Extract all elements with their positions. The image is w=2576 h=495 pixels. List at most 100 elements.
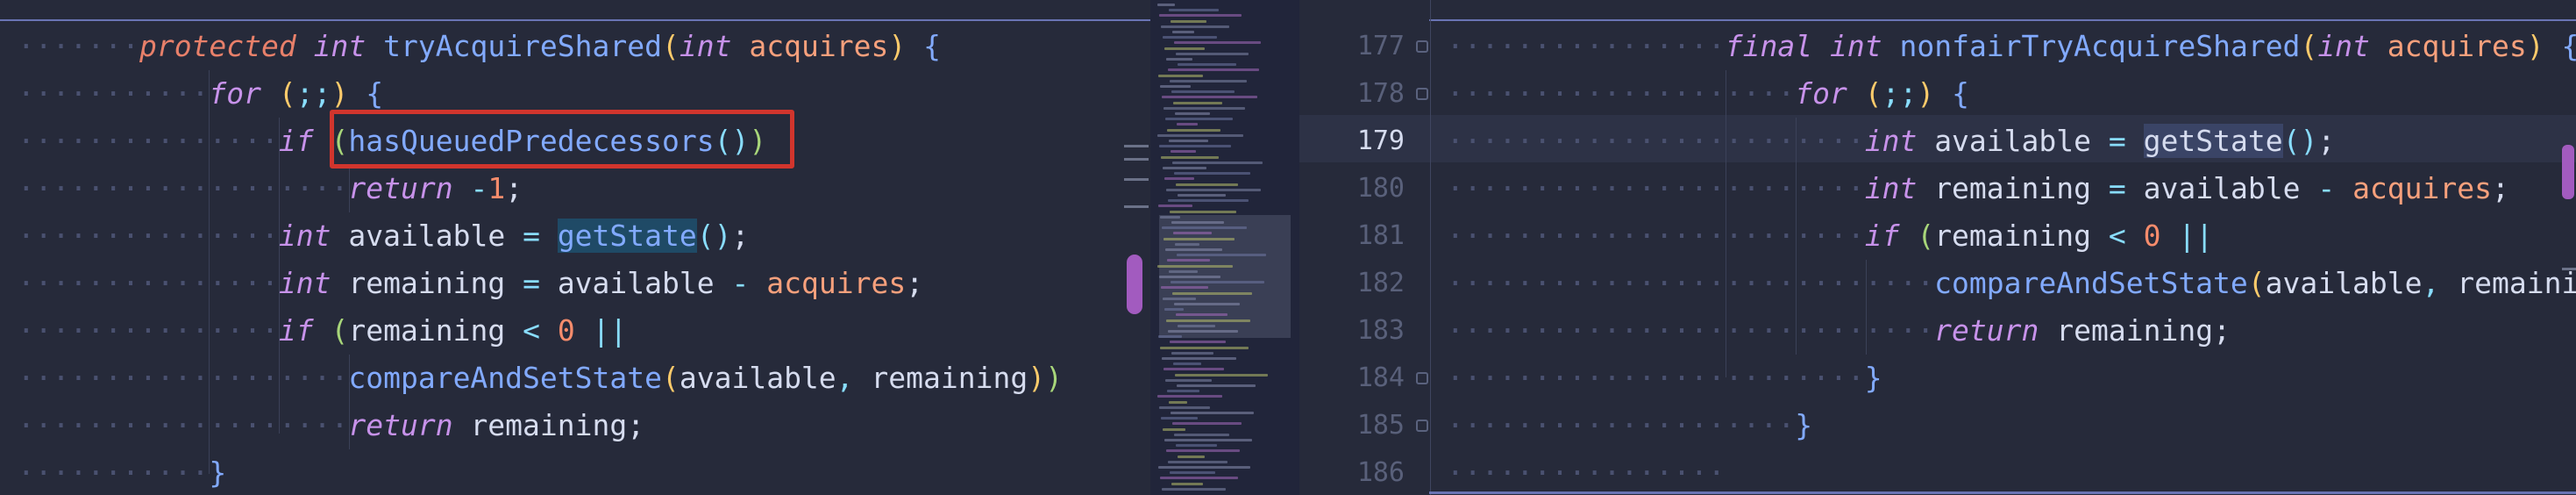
code-line[interactable]: ···············if (remaining < 0 || xyxy=(0,307,627,355)
code-token: ; xyxy=(2317,124,2336,158)
code-token: ) xyxy=(888,29,924,63)
code-token: for xyxy=(1795,76,1865,111)
code-line[interactable]: ················final int nonfairTryAcqu… xyxy=(1429,23,2576,70)
minimap-line xyxy=(1164,47,1205,50)
code-token: available xyxy=(2265,266,2423,300)
minimap-line xyxy=(1176,313,1228,317)
code-line[interactable]: ····················for (;;) { xyxy=(1429,70,1969,118)
code-line[interactable]: ···········for (;;) { xyxy=(0,70,383,118)
code-line[interactable]: ················ xyxy=(1429,449,1726,495)
code-token: ; xyxy=(627,408,645,442)
whitespace-dots: ···················· xyxy=(1429,408,1796,442)
right-editor-pane[interactable]: ················final int nonfairTryAcqu… xyxy=(1429,0,2576,495)
code-line[interactable]: ························int remaining = … xyxy=(1429,165,2509,212)
minimap-line xyxy=(1163,36,1217,39)
left-scrollbar-thumb[interactable] xyxy=(1127,255,1142,314)
minimap-line xyxy=(1157,133,1243,137)
whitespace-dots: ······· xyxy=(0,29,139,63)
fold-marker-icon[interactable] xyxy=(1416,420,1428,432)
code-line[interactable]: ···················compareAndSetState(av… xyxy=(0,355,1063,402)
right-scrollbar-thumb[interactable] xyxy=(2562,145,2574,199)
minimap-line xyxy=(1169,9,1219,12)
minimap-line xyxy=(1175,112,1210,115)
minimap-line xyxy=(1158,466,1250,469)
minimap-line xyxy=(1171,221,1224,224)
code-token: ; xyxy=(2213,313,2231,348)
code-token: available xyxy=(348,219,523,253)
code-token: remaining xyxy=(871,361,1028,395)
code-token: tryAcquireShared xyxy=(383,29,663,63)
code-token: remaining xyxy=(1934,219,2109,253)
code-token: remaining xyxy=(348,313,523,348)
minimap-line xyxy=(1163,297,1196,300)
fold-marker-icon[interactable] xyxy=(1416,40,1428,53)
whitespace-dots: ················ xyxy=(1429,29,1726,63)
code-line[interactable]: ···············int remaining = available… xyxy=(0,260,923,307)
minimap[interactable] xyxy=(1150,0,1299,495)
minimap-line xyxy=(1176,183,1238,186)
code-token: protected xyxy=(139,29,314,63)
fold-marker-icon[interactable] xyxy=(1416,372,1428,384)
code-token: = xyxy=(523,219,558,253)
minimap-line xyxy=(1164,177,1194,181)
code-line[interactable]: ························} xyxy=(1429,355,1882,402)
code-token: nonfairTryAcquireShared xyxy=(1899,29,2301,63)
code-token: , xyxy=(836,361,872,395)
code-token: if xyxy=(1864,219,1918,253)
code-line[interactable]: ···········} xyxy=(0,449,226,495)
minimap-line xyxy=(1177,254,1266,257)
minimap-line xyxy=(1160,85,1191,88)
minimap-line xyxy=(1159,145,1231,148)
code-token: available xyxy=(2143,171,2318,205)
code-token: ; xyxy=(505,171,523,205)
whitespace-dots: ························ xyxy=(1429,219,1865,253)
code-line[interactable]: ························int available = … xyxy=(1429,118,2335,165)
minimap-line xyxy=(1178,455,1205,458)
code-token: 1 xyxy=(487,171,506,205)
minimap-line xyxy=(1161,25,1229,28)
code-line[interactable]: ···················return remaining; xyxy=(0,402,644,449)
minimap-line xyxy=(1168,330,1238,333)
code-line[interactable]: ························if (remaining < … xyxy=(1429,212,2213,260)
code-token: ; xyxy=(731,219,750,253)
minimap-line xyxy=(1158,204,1192,208)
minimap-line xyxy=(1164,308,1184,312)
code-token: { xyxy=(2562,29,2576,63)
code-line[interactable]: ····················} xyxy=(1429,402,1812,449)
code-line[interactable]: ·······protected int tryAcquireShared(in… xyxy=(0,23,941,70)
code-token: acquires xyxy=(749,29,889,63)
code-line[interactable]: ···················return -1; xyxy=(0,165,523,212)
code-token: , xyxy=(2422,266,2458,300)
code-token: available xyxy=(1934,124,2109,158)
code-token: getState xyxy=(557,219,697,253)
code-token: 0 xyxy=(2143,219,2179,253)
minimap-line xyxy=(1171,90,1235,94)
code-token: () xyxy=(696,219,732,253)
code-token: ( xyxy=(662,29,680,63)
code-token: remaining xyxy=(2457,266,2576,300)
code-line[interactable]: ····························compareAndSe… xyxy=(1429,260,2576,307)
fold-marker-icon[interactable] xyxy=(1416,88,1428,100)
minimap-line xyxy=(1174,172,1250,176)
left-editor-pane[interactable]: ·······protected int tryAcquireShared(in… xyxy=(0,0,1150,495)
code-token: 0 xyxy=(557,313,593,348)
minimap-line xyxy=(1157,264,1233,268)
code-token: = xyxy=(2108,124,2144,158)
minimap-line xyxy=(1173,101,1222,104)
code-token: return xyxy=(348,408,471,442)
whitespace-dots: ···························· xyxy=(1429,266,1935,300)
line-number-gutter: 177 178 179 180 181 182 183 184 185 186 xyxy=(1299,0,1429,495)
minimap-line xyxy=(1162,487,1226,491)
minimap-line xyxy=(1166,188,1261,191)
code-token: remaining xyxy=(470,408,628,442)
code-line[interactable]: ····························return remai… xyxy=(1429,307,2231,355)
top-separator xyxy=(1429,19,2576,21)
code-line[interactable]: ···············int available = getState(… xyxy=(0,212,749,260)
code-token: ( xyxy=(331,313,349,348)
minimap-line xyxy=(1176,52,1249,55)
code-token: { xyxy=(366,76,384,111)
code-token: remaining xyxy=(348,266,523,300)
minimap-line xyxy=(1160,346,1249,349)
whitespace-dots: ··············· xyxy=(0,124,279,158)
hasqueuedpredecessors-highlight-box xyxy=(330,110,794,169)
